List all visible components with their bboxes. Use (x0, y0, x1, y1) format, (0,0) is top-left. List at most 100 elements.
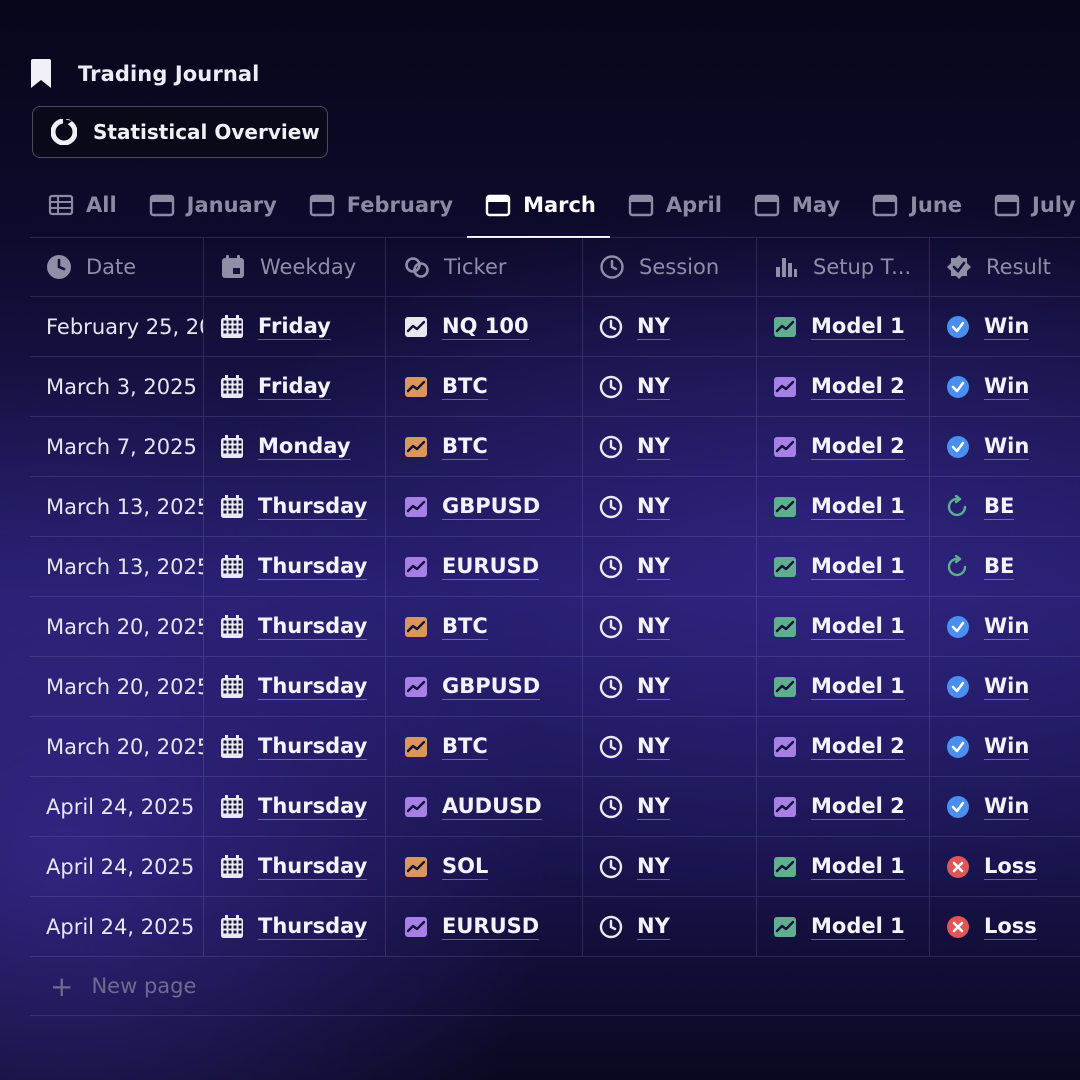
tab-march[interactable]: March (467, 172, 610, 238)
date-cell[interactable]: February 25, 2025 (30, 297, 204, 356)
ticker-cell[interactable]: AUDUSD (386, 777, 583, 836)
setup-cell[interactable]: Model 1 (757, 657, 930, 716)
table-row[interactable]: April 24, 2025 Thursday SOL NY Model 1 Loss (30, 837, 1080, 897)
tab-all[interactable]: All (30, 172, 131, 238)
result-cell[interactable]: Win (930, 417, 1080, 476)
table-row[interactable]: April 24, 2025 Thursday AUDUSD NY Model 2 Win (30, 777, 1080, 837)
result-value: Loss (984, 913, 1037, 940)
setup-cell[interactable]: Model 1 (757, 537, 930, 596)
date-cell[interactable]: April 24, 2025 (30, 897, 204, 956)
ticker-cell[interactable]: BTC (386, 717, 583, 776)
date-cell[interactable]: March 13, 2025 (30, 477, 204, 536)
new-page-button[interactable]: + New page (30, 957, 1080, 1016)
weekday-cell[interactable]: Thursday (204, 777, 386, 836)
weekday-cell[interactable]: Thursday (204, 537, 386, 596)
date-cell[interactable]: April 24, 2025 (30, 837, 204, 896)
column-header-date[interactable]: Date (30, 238, 204, 296)
page-header: Trading Journal (30, 56, 259, 92)
ticker-cell[interactable]: GBPUSD (386, 657, 583, 716)
table-row[interactable]: March 20, 2025 Thursday GBPUSD NY Model 1 Win (30, 657, 1080, 717)
weekday-cell[interactable]: Thursday (204, 897, 386, 956)
session-cell[interactable]: NY (583, 597, 757, 656)
weekday-cell[interactable]: Thursday (204, 657, 386, 716)
session-cell[interactable]: NY (583, 537, 757, 596)
session-cell[interactable]: NY (583, 297, 757, 356)
setup-cell[interactable]: Model 2 (757, 357, 930, 416)
column-header-session[interactable]: Session (583, 238, 757, 296)
column-header-weekday[interactable]: Weekday (204, 238, 386, 296)
ticker-cell[interactable]: NQ 100 (386, 297, 583, 356)
result-cell[interactable]: BE (930, 477, 1080, 536)
date-cell[interactable]: March 13, 2025 (30, 537, 204, 596)
session-cell[interactable]: NY (583, 717, 757, 776)
tab-january[interactable]: January (131, 172, 291, 238)
table-row[interactable]: March 13, 2025 Thursday GBPUSD NY Model 1 BE (30, 477, 1080, 537)
table-row[interactable]: March 7, 2025 Monday BTC NY Model 2 Win (30, 417, 1080, 477)
weekday-cell[interactable]: Thursday (204, 597, 386, 656)
setup-cell[interactable]: Model 1 (757, 477, 930, 536)
date-cell[interactable]: March 3, 2025 (30, 357, 204, 416)
clock-icon (599, 495, 623, 518)
weekday-cell[interactable]: Friday (204, 357, 386, 416)
result-cell[interactable]: Loss (930, 897, 1080, 956)
result-cell[interactable]: Win (930, 777, 1080, 836)
tab-february[interactable]: February (291, 172, 467, 238)
result-cell[interactable]: BE (930, 537, 1080, 596)
table-row[interactable]: March 20, 2025 Thursday BTC NY Model 1 Win (30, 597, 1080, 657)
session-cell[interactable]: NY (583, 657, 757, 716)
setup-cell[interactable]: Model 2 (757, 417, 930, 476)
result-value: Win (984, 733, 1030, 760)
ticker-cell[interactable]: EURUSD (386, 897, 583, 956)
column-header-label: Result (986, 255, 1051, 279)
table-row[interactable]: March 13, 2025 Thursday EURUSD NY Model 1 BE (30, 537, 1080, 597)
ticker-cell[interactable]: EURUSD (386, 537, 583, 596)
ticker-cell[interactable]: BTC (386, 417, 583, 476)
ticker-cell[interactable]: BTC (386, 597, 583, 656)
tab-may[interactable]: May (736, 172, 854, 238)
session-cell[interactable]: NY (583, 417, 757, 476)
ticker-cell[interactable]: GBPUSD (386, 477, 583, 536)
setup-cell[interactable]: Model 1 (757, 897, 930, 956)
table-row[interactable]: March 20, 2025 Thursday BTC NY Model 2 Win (30, 717, 1080, 777)
tab-june[interactable]: June (854, 172, 976, 238)
weekday-cell[interactable]: Monday (204, 417, 386, 476)
result-cell[interactable]: Win (930, 657, 1080, 716)
weekday-cell[interactable]: Thursday (204, 717, 386, 776)
date-cell[interactable]: March 7, 2025 (30, 417, 204, 476)
result-cell[interactable]: Loss (930, 837, 1080, 896)
ticker-cell[interactable]: SOL (386, 837, 583, 896)
tab-april[interactable]: April (610, 172, 736, 238)
statistical-overview-button[interactable]: Statistical Overview (32, 106, 328, 158)
session-cell[interactable]: NY (583, 837, 757, 896)
setup-cell[interactable]: Model 2 (757, 777, 930, 836)
result-cell[interactable]: Win (930, 297, 1080, 356)
tab-july[interactable]: July (976, 172, 1080, 238)
date-cell[interactable]: March 20, 2025 (30, 657, 204, 716)
table-row[interactable]: March 3, 2025 Friday BTC NY Model 2 Win (30, 357, 1080, 417)
session-cell[interactable]: NY (583, 357, 757, 416)
weekday-value: Thursday (258, 913, 368, 940)
session-cell[interactable]: NY (583, 777, 757, 836)
result-cell[interactable]: Win (930, 597, 1080, 656)
column-header-result[interactable]: Result (930, 238, 1080, 296)
column-header-ticker[interactable]: Ticker (386, 238, 583, 296)
table-row[interactable]: February 25, 2025 Friday NQ 100 NY Model 1 Wi… (30, 297, 1080, 357)
weekday-cell[interactable]: Thursday (204, 477, 386, 536)
weekday-cell[interactable]: Thursday (204, 837, 386, 896)
table-row[interactable]: April 24, 2025 Thursday EURUSD NY Model 1 Los… (30, 897, 1080, 957)
setup-cell[interactable]: Model 1 (757, 297, 930, 356)
date-cell[interactable]: March 20, 2025 (30, 597, 204, 656)
date-cell[interactable]: April 24, 2025 (30, 777, 204, 836)
setup-cell[interactable]: Model 1 (757, 597, 930, 656)
ticker-value: AUDUSD (442, 793, 542, 820)
column-header-setup-type[interactable]: Setup T... (757, 238, 930, 296)
setup-cell[interactable]: Model 2 (757, 717, 930, 776)
weekday-cell[interactable]: Friday (204, 297, 386, 356)
session-cell[interactable]: NY (583, 897, 757, 956)
result-cell[interactable]: Win (930, 357, 1080, 416)
setup-cell[interactable]: Model 1 (757, 837, 930, 896)
session-cell[interactable]: NY (583, 477, 757, 536)
date-cell[interactable]: March 20, 2025 (30, 717, 204, 776)
result-cell[interactable]: Win (930, 717, 1080, 776)
ticker-cell[interactable]: BTC (386, 357, 583, 416)
